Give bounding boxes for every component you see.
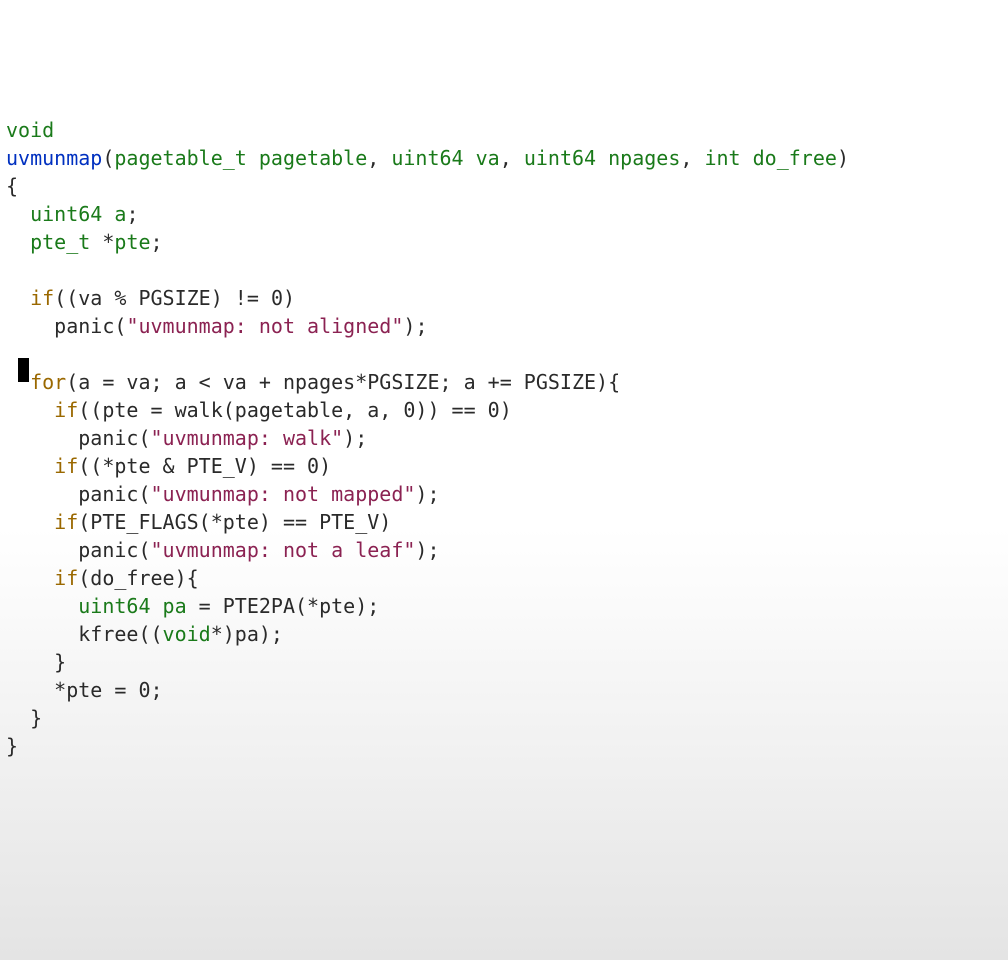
param-type: uint64 [524, 146, 596, 170]
return-type: void [6, 118, 54, 142]
semi: ; [427, 538, 439, 562]
brace: } [30, 706, 42, 730]
semi: ; [126, 202, 138, 226]
star: * [90, 230, 114, 254]
decl-name: pa [163, 594, 187, 618]
decl-name: a [114, 202, 126, 226]
sep: , [680, 146, 704, 170]
string-literal: "uvmunmap: not aligned" [126, 314, 403, 338]
number: 0 [271, 286, 283, 310]
cond: ((*pte & PTE_V) == [78, 454, 307, 478]
param-name: npages [608, 146, 680, 170]
semi: ; [151, 230, 163, 254]
paren: ) [837, 146, 849, 170]
semi: ; [355, 426, 367, 450]
expr: = PTE2PA(*pte); [187, 594, 380, 618]
semi: ; [427, 482, 439, 506]
if-keyword: if [54, 398, 78, 422]
call: panic [78, 426, 138, 450]
number: 0 [307, 454, 319, 478]
param-type: uint64 [391, 146, 463, 170]
sep: , [367, 146, 391, 170]
number: 0 [488, 398, 500, 422]
cond: (do_free){ [78, 566, 198, 590]
cond: )) == [415, 398, 487, 422]
decl-type: uint64 [78, 594, 150, 618]
brace: } [6, 734, 18, 758]
cond: ) [283, 286, 295, 310]
call: panic [54, 314, 114, 338]
if-keyword: if [54, 566, 78, 590]
cond: ((pte = walk(pagetable, a, [78, 398, 403, 422]
number: 0 [403, 398, 415, 422]
for-cond: (a = va; a < va + npages*PGSIZE; a += PG… [66, 370, 620, 394]
call: panic [78, 482, 138, 506]
sep: , [500, 146, 524, 170]
text-cursor [18, 358, 29, 382]
brace: } [54, 650, 66, 674]
function-name: uvmunmap [6, 146, 102, 170]
expr: kfree(( [78, 622, 162, 646]
call: panic [78, 538, 138, 562]
cond: (PTE_FLAGS(*pte) == PTE_V) [78, 510, 391, 534]
param-name: va [476, 146, 500, 170]
decl-type: pte_t [30, 230, 90, 254]
code-block: void uvmunmap(pagetable_t pagetable, uin… [6, 116, 1002, 760]
param-name: do_free [753, 146, 837, 170]
param-name: pagetable [259, 146, 367, 170]
string-literal: "uvmunmap: not a leaf" [151, 538, 416, 562]
cond: ) [319, 454, 331, 478]
for-keyword: for [30, 370, 66, 394]
void-cast: void [163, 622, 211, 646]
param-type: pagetable_t [114, 146, 246, 170]
cond: ) [500, 398, 512, 422]
expr: *)pa); [211, 622, 283, 646]
brace: { [6, 174, 18, 198]
decl-name: pte [114, 230, 150, 254]
semi: ; [415, 314, 427, 338]
param-type: int [704, 146, 740, 170]
if-keyword: if [54, 454, 78, 478]
string-literal: "uvmunmap: walk" [151, 426, 344, 450]
if-keyword: if [54, 510, 78, 534]
cond: ((va % PGSIZE) != [54, 286, 271, 310]
string-literal: "uvmunmap: not mapped" [151, 482, 416, 506]
if-keyword: if [30, 286, 54, 310]
decl-type: uint64 [30, 202, 102, 226]
paren: ( [102, 146, 114, 170]
